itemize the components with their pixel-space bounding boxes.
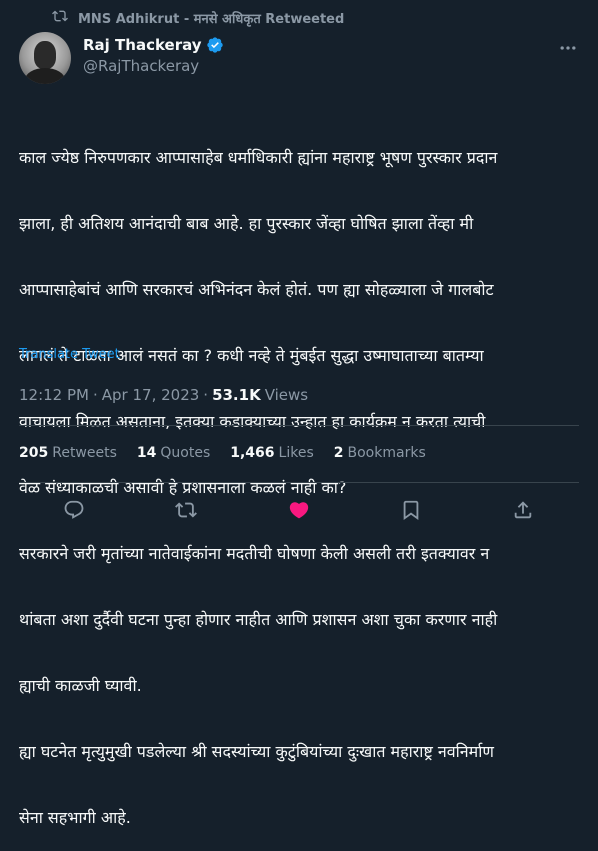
tweet-meta: 12:12 PM · Apr 17, 2023 · 53.1K Views (19, 386, 308, 404)
like-icon[interactable] (288, 499, 310, 521)
author-names: Raj Thackeray @RajThackeray (83, 36, 224, 75)
tweet-line: सेना सहभागी आहे. (19, 808, 131, 827)
reply-icon[interactable] (63, 499, 85, 521)
stat-likes[interactable]: 1,466 Likes (230, 445, 314, 461)
author-block: Raj Thackeray @RajThackeray (19, 32, 224, 84)
tweet-line: वाचायला मिळत असताना, इतक्या कडाक्याच्या … (19, 412, 486, 431)
meta-separator: · (92, 386, 98, 404)
author-handle[interactable]: @RajThackeray (83, 57, 224, 75)
tweet-time[interactable]: 12:12 PM (19, 386, 89, 404)
verified-badge-icon (206, 36, 224, 54)
share-icon[interactable] (512, 499, 534, 521)
meta-separator: · (203, 386, 209, 404)
action-bar (0, 492, 598, 528)
tweet-text: काल ज्येष्ठ निरुपणकार आप्पासाहेब धर्माधि… (19, 103, 579, 851)
tweet-line: ह्याची काळजी घ्यावी. (19, 676, 142, 695)
tweet-line: थांबता अशा दुर्दैवी घटना पुन्हा होणार ना… (19, 610, 498, 629)
tweet-line: ह्या घटनेत मृत्युमुखी पडलेल्या श्री सदस्… (19, 742, 494, 761)
divider (19, 425, 579, 426)
tweet-line: काल ज्येष्ठ निरुपणकार आप्पासाहेब धर्माधि… (19, 148, 498, 167)
stat-quotes[interactable]: 14 Quotes (137, 445, 210, 461)
retweet-banner[interactable]: MNS Adhikrut - मनसे अधिकृत Retweeted (52, 8, 344, 28)
tweet-line: सरकारने जरी मृतांच्या नातेवाईकांना मदतीच… (19, 544, 490, 563)
engagement-stats: 205 Retweets 14 Quotes 1,466 Likes 2 Bookmar… (19, 445, 426, 461)
author-display-name[interactable]: Raj Thackeray (83, 36, 202, 54)
more-options-icon[interactable] (558, 38, 578, 58)
tweet-line: आप्पासाहेबांचं आणि सरकारचं अभिनंदन केलं … (19, 280, 494, 299)
retweet-icon (52, 8, 68, 28)
divider (19, 482, 579, 483)
tweet-date[interactable]: Apr 17, 2023 (102, 386, 200, 404)
stat-retweets[interactable]: 205 Retweets (19, 445, 117, 461)
avatar[interactable] (19, 32, 71, 84)
translate-tweet-link[interactable]: Translate Tweet (19, 347, 120, 362)
stat-bookmarks[interactable]: 2 Bookmarks (334, 445, 426, 461)
retweet-banner-text: MNS Adhikrut - मनसे अधिकृत Retweeted (78, 12, 345, 27)
views-label: Views (264, 386, 309, 404)
tweet-line: झाला, ही अतिशय आनंदाची बाब आहे. हा पुरस्… (19, 214, 474, 233)
bookmark-icon[interactable] (400, 499, 422, 521)
views-count[interactable]: 53.1K (212, 386, 261, 404)
retweet-icon[interactable] (175, 499, 197, 521)
